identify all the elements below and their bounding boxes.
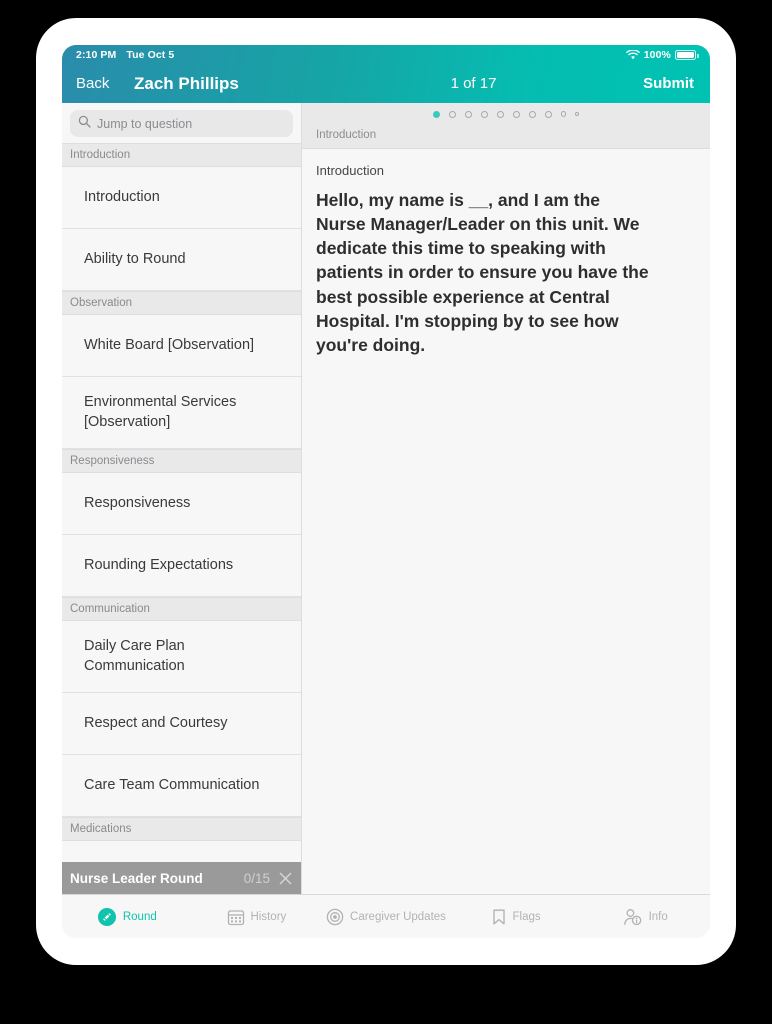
round-icon [97, 907, 117, 927]
status-time: 2:10 PM [76, 48, 117, 61]
app-header: 2:10 PM Tue Oct 5 100% Back Zach Phillip… [62, 45, 710, 103]
target-icon [326, 908, 344, 926]
question-item-respect-and-courtesy[interactable]: Respect and Courtesy [62, 693, 301, 755]
search-box[interactable] [70, 110, 293, 137]
nurse-leader-round-bar[interactable]: Nurse Leader Round 0/15 [62, 862, 301, 894]
tab-round[interactable]: Round [62, 907, 192, 927]
close-icon[interactable] [278, 871, 293, 886]
round-bar-title: Nurse Leader Round [70, 870, 203, 886]
app-screen: 2:10 PM Tue Oct 5 100% Back Zach Phillip… [62, 45, 710, 938]
tab-info[interactable]: Info [580, 908, 710, 926]
tab-flags[interactable]: Flags [451, 908, 581, 926]
tab-history-label: History [250, 910, 287, 923]
status-right-cluster: 100% [625, 48, 699, 61]
question-item-white-board[interactable]: White Board [Observation] [62, 315, 301, 377]
page-title: Zach Phillips [134, 73, 239, 93]
battery-percent-label: 100% [643, 48, 671, 61]
page-dot-2[interactable] [448, 110, 456, 118]
tablet-device-frame: 2:10 PM Tue Oct 5 100% Back Zach Phillip… [36, 18, 736, 965]
navigation-bar: Back Zach Phillips 1 of 17 Submit [62, 64, 710, 103]
page-dot-9[interactable] [560, 111, 567, 117]
tab-round-label: Round [122, 910, 157, 923]
page-dot-1[interactable] [432, 110, 440, 118]
round-bar-count: 0/15 [243, 870, 270, 886]
search-input[interactable] [97, 116, 285, 131]
tab-history[interactable]: History [192, 908, 322, 926]
bottom-tab-bar: Round History Caregiver Updates Flags In… [62, 894, 710, 938]
main-body: Introduction Introduction Ability to Rou… [62, 103, 710, 894]
status-bar: 2:10 PM Tue Oct 5 100% [62, 45, 710, 64]
page-dot-8[interactable] [544, 110, 552, 118]
page-dot-7[interactable] [528, 110, 536, 118]
question-item-daily-care-plan-communication[interactable]: Daily Care Plan Communication [62, 621, 301, 693]
back-button[interactable]: Back [62, 75, 120, 92]
person-info-icon [623, 908, 643, 926]
question-sidebar: Introduction Introduction Ability to Rou… [62, 103, 302, 894]
page-dot-5[interactable] [496, 110, 504, 118]
question-category-label: Introduction [316, 163, 384, 178]
search-icon [78, 115, 91, 133]
section-header-observation: Observation [62, 291, 301, 315]
section-header-introduction: Introduction [62, 143, 301, 167]
section-header-responsiveness: Responsiveness [62, 449, 301, 473]
question-item-care-team-communication[interactable]: Care Team Communication [62, 755, 301, 817]
tab-caregiver-updates[interactable]: Caregiver Updates [321, 908, 451, 926]
tab-flags-label: Flags [512, 910, 541, 923]
section-header-medications: Medications [62, 817, 301, 841]
tab-info-label: Info [648, 910, 668, 923]
page-dot-4[interactable] [480, 110, 488, 118]
page-dot-3[interactable] [464, 110, 472, 118]
calendar-icon [227, 908, 245, 926]
battery-icon [675, 49, 699, 60]
page-indicator[interactable] [302, 103, 710, 125]
question-content-panel: Introduction Introduction Hello, my name… [302, 103, 710, 894]
search-container [62, 103, 301, 143]
question-item-environmental-services[interactable]: Environmental Services [Observation] [62, 377, 301, 449]
page-dot-6[interactable] [512, 110, 520, 118]
question-item-rounding-expectations[interactable]: Rounding Expectations [62, 535, 301, 597]
bookmark-icon [491, 908, 507, 926]
page-dot-10[interactable] [575, 112, 580, 116]
section-header-communication: Communication [62, 597, 301, 621]
question-list: Introduction Introduction Ability to Rou… [62, 143, 301, 841]
question-item-responsiveness[interactable]: Responsiveness [62, 473, 301, 535]
submit-button[interactable]: Submit [643, 75, 710, 92]
tab-caregiver-updates-label: Caregiver Updates [350, 910, 446, 923]
wifi-icon [625, 49, 640, 60]
question-text: Hello, my name is __, and I am the Nurse… [316, 190, 649, 355]
question-item-introduction[interactable]: Introduction [62, 167, 301, 229]
breadcrumb: Introduction [302, 125, 710, 149]
status-date: Tue Oct 5 [126, 48, 175, 61]
question-item-ability-to-round[interactable]: Ability to Round [62, 229, 301, 291]
